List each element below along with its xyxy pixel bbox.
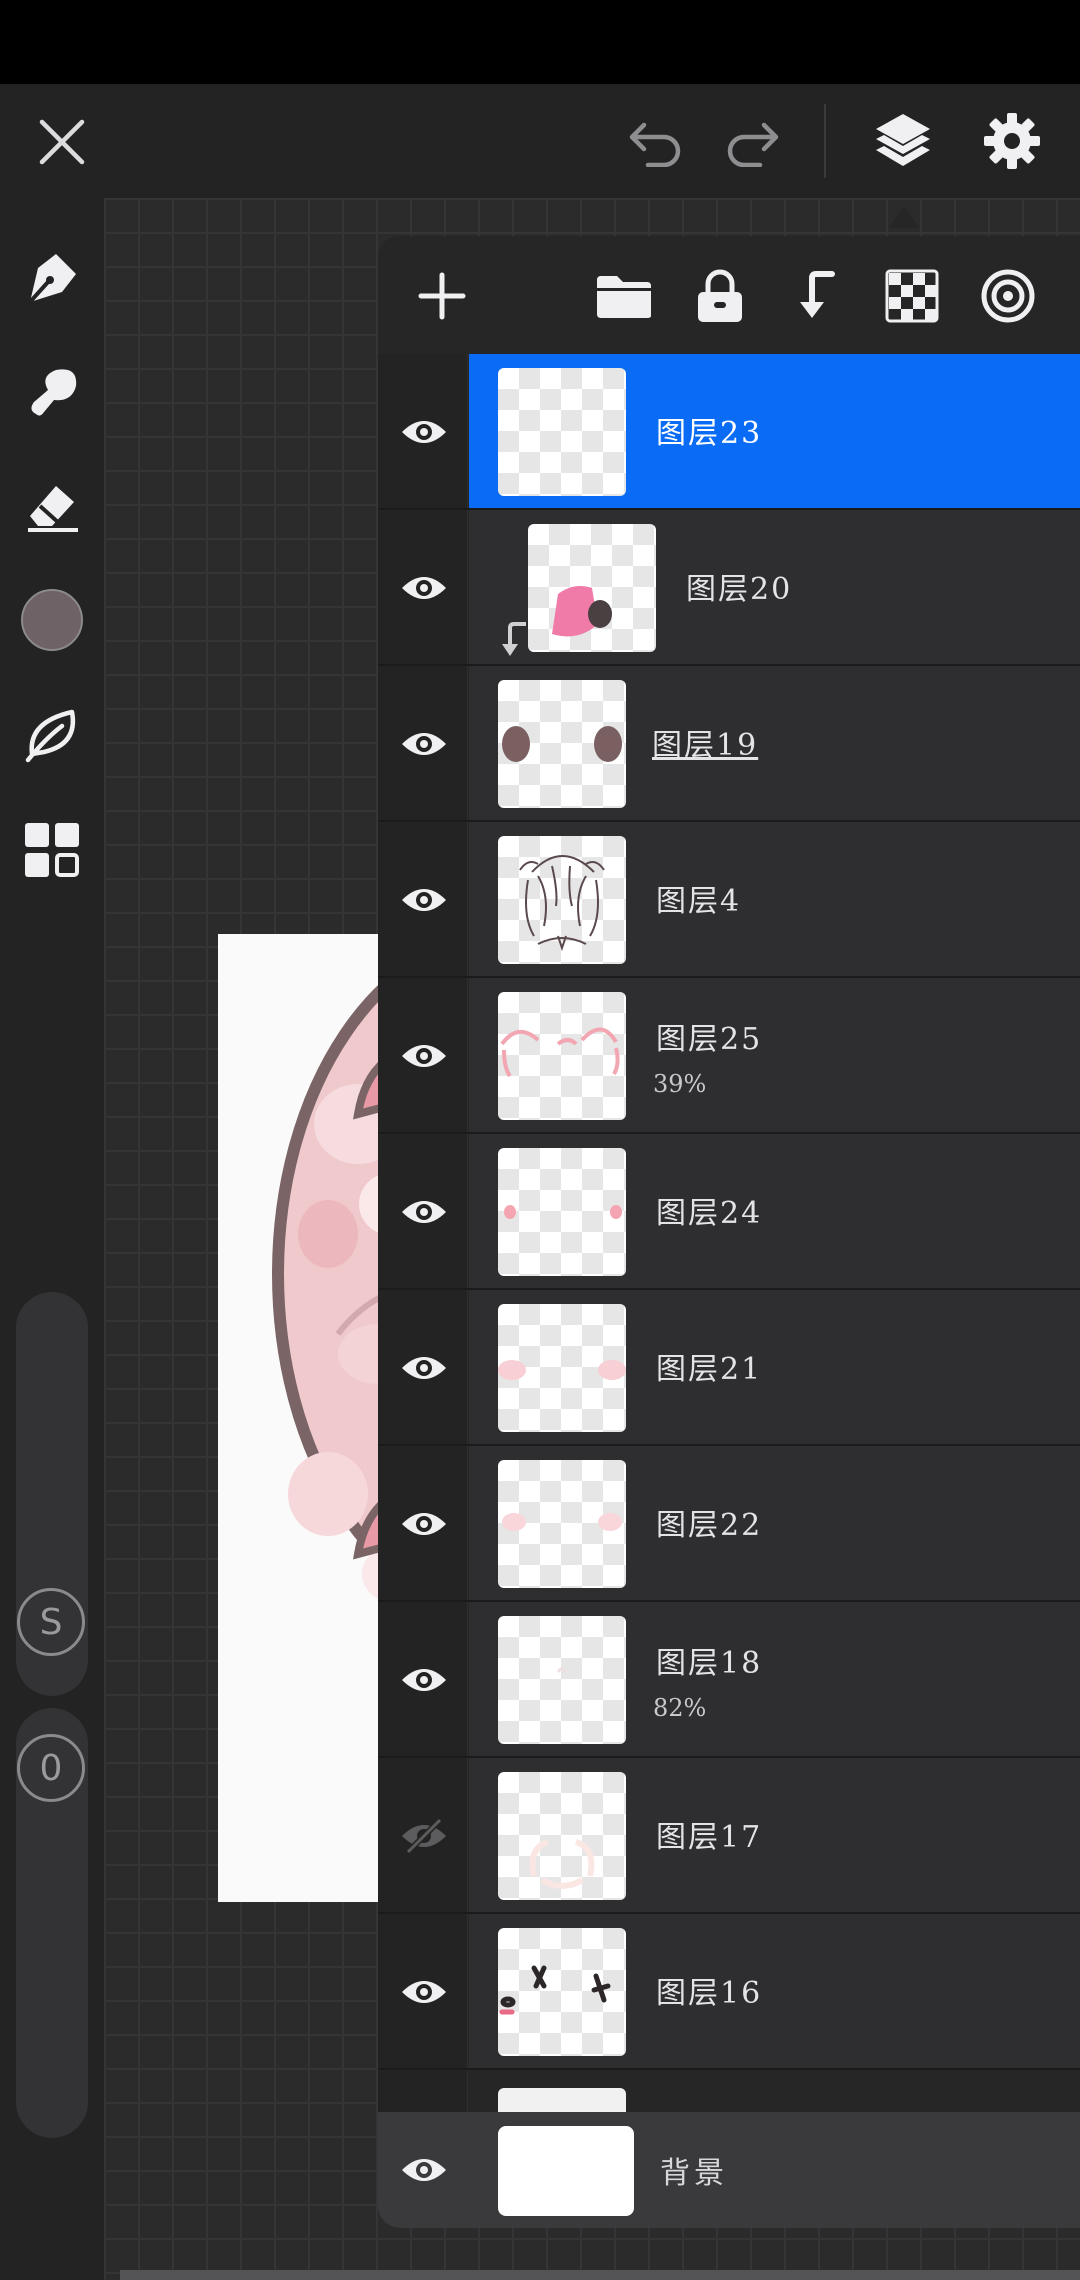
eye-icon[interactable] <box>398 562 450 614</box>
layer-thumbnail <box>498 368 626 496</box>
layer-opacity: 39% <box>653 1070 707 1098</box>
layer-thumbnail <box>498 992 626 1120</box>
eye-icon[interactable] <box>398 1186 450 1238</box>
blend-target-icon[interactable] <box>976 264 1040 328</box>
grid-icon[interactable] <box>14 812 90 888</box>
eye-icon[interactable] <box>398 1966 450 2018</box>
background-layer-row[interactable]: 背景 <box>378 2112 1080 2228</box>
layer-thumbnail <box>498 1928 626 2056</box>
folder-icon[interactable] <box>592 264 656 328</box>
eye-icon[interactable] <box>398 406 450 458</box>
layer-row[interactable]: 图层19 <box>378 666 1080 822</box>
layer-name: 图层16 <box>656 1976 763 2011</box>
layer-name: 图层17 <box>656 1820 763 1855</box>
layer-thumbnail <box>498 680 626 808</box>
color-swatch[interactable] <box>14 582 90 658</box>
layer-row[interactable]: 图层20 <box>378 510 1080 666</box>
layer-thumbnail <box>498 1304 626 1432</box>
settings-gear-icon[interactable] <box>976 104 1048 178</box>
opacity-badge: 0 <box>17 1734 85 1802</box>
leaf-icon[interactable] <box>14 696 90 772</box>
panel-pointer <box>888 206 920 228</box>
eye-hidden-icon[interactable] <box>398 1810 450 1862</box>
layer-thumbnail <box>528 524 656 652</box>
add-layer-icon[interactable] <box>410 264 474 328</box>
bottom-strip <box>120 2270 1080 2280</box>
layer-row[interactable]: 图层23 <box>378 354 1080 510</box>
eye-icon[interactable] <box>398 874 450 926</box>
eraser-icon[interactable] <box>14 468 90 544</box>
top-toolbar <box>0 84 1080 198</box>
size-badge: S <box>17 1588 85 1656</box>
redo-icon[interactable] <box>716 108 788 176</box>
layer-name: 图层18 <box>656 1646 763 1681</box>
background-thumbnail <box>498 2126 634 2216</box>
layer-name: 图层24 <box>656 1196 763 1231</box>
pen-icon[interactable] <box>14 240 90 316</box>
layer-thumbnail <box>498 1616 626 1744</box>
undo-icon[interactable] <box>620 108 692 176</box>
eye-icon[interactable] <box>398 2144 450 2196</box>
eye-icon[interactable] <box>398 1498 450 1550</box>
layer-row[interactable]: 图层22 <box>378 1446 1080 1602</box>
layers-panel-header <box>378 236 1080 354</box>
layer-name: 图层20 <box>686 572 793 607</box>
eye-icon[interactable] <box>398 1342 450 1394</box>
layer-name: 图层19 <box>652 728 759 763</box>
eye-icon[interactable] <box>398 1654 450 1706</box>
clip-mask-indicator-icon <box>498 620 530 660</box>
layer-thumbnail <box>498 1772 626 1900</box>
layer-name: 图层21 <box>656 1352 763 1387</box>
layer-row[interactable]: 图层4 <box>378 822 1080 978</box>
toolbar-divider <box>824 104 826 178</box>
layer-thumbnail <box>498 836 626 964</box>
layer-row[interactable]: 图层21 <box>378 1290 1080 1446</box>
layer-thumbnail-partial <box>498 2088 626 2112</box>
layer-thumbnail <box>498 1148 626 1276</box>
layer-name: 图层4 <box>656 884 742 919</box>
background-layer-name: 背景 <box>660 2156 728 2191</box>
eye-icon[interactable] <box>398 1030 450 1082</box>
layer-row[interactable]: 图层24 <box>378 1134 1080 1290</box>
clip-mask-icon[interactable] <box>784 264 848 328</box>
layer-thumbnail <box>498 1460 626 1588</box>
eye-icon[interactable] <box>398 718 450 770</box>
layer-opacity: 82% <box>653 1694 707 1722</box>
layers-panel: 图层23 图层20 图层19 图层4 图层25 39% 图层24 图层21 图层… <box>378 236 1080 2228</box>
lock-icon[interactable] <box>688 264 752 328</box>
close-icon[interactable] <box>28 108 96 176</box>
layer-row[interactable]: 图层25 39% <box>378 978 1080 1134</box>
smudge-icon[interactable] <box>14 354 90 430</box>
left-toolbar: S 0 <box>0 198 104 2280</box>
transparency-icon[interactable] <box>880 264 944 328</box>
layer-name: 图层22 <box>656 1508 763 1543</box>
layer-row[interactable]: 图层18 82% <box>378 1602 1080 1758</box>
layer-row[interactable]: 图层16 <box>378 1914 1080 2070</box>
status-bar <box>0 0 1080 84</box>
layer-row[interactable]: 图层17 <box>378 1758 1080 1914</box>
layer-name: 图层23 <box>656 416 763 451</box>
layer-name: 图层25 <box>656 1022 763 1057</box>
layers-icon[interactable] <box>868 104 938 178</box>
